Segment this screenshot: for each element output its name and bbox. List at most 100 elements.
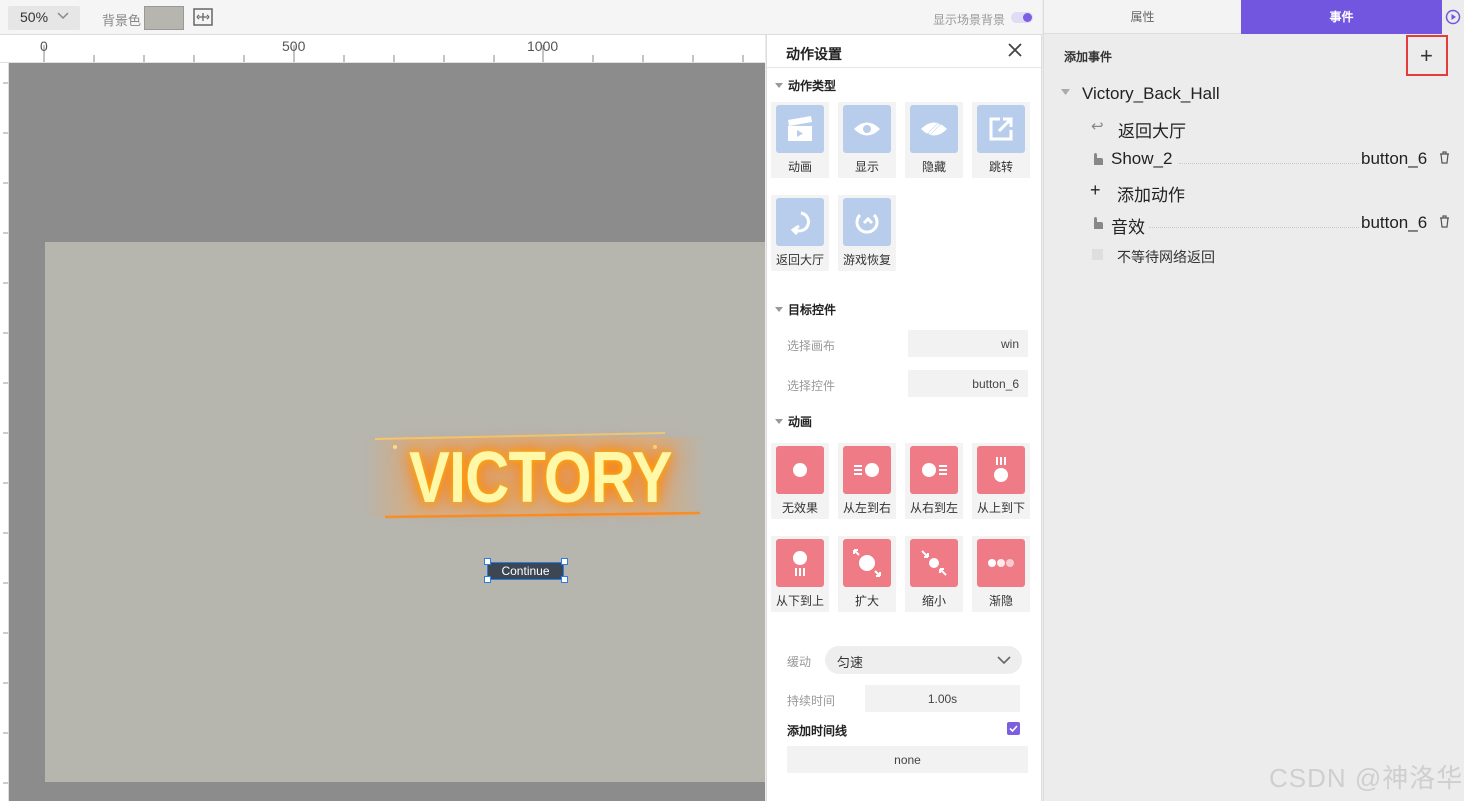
fade-icon <box>988 559 1014 567</box>
tile-label: 从左到右 <box>842 501 891 515</box>
ruler-ticks <box>43 45 744 62</box>
anim-right-to-left[interactable]: 从右到左 <box>905 443 963 519</box>
tile-label: 动画 <box>787 160 812 174</box>
duration-input[interactable]: 1.00s <box>865 685 1020 712</box>
plus-icon: + <box>1090 180 1101 200</box>
close-icon[interactable] <box>1007 42 1023 58</box>
canvas-select-label: 选择画布 <box>787 339 836 353</box>
slide-up-icon <box>793 551 807 576</box>
action-item-back-hall[interactable]: 返回大厅 <box>1118 117 1186 142</box>
action-type-show[interactable]: 显示 <box>838 102 896 178</box>
anim-left-to-right[interactable]: 从左到右 <box>838 443 896 519</box>
tile-label: 从下到上 <box>775 594 824 608</box>
hand-pointer-icon <box>1094 217 1103 229</box>
action-item-show[interactable]: Show_2 <box>1111 149 1172 169</box>
restore-icon <box>855 213 879 234</box>
easing-value: 匀速 <box>837 655 864 670</box>
tile-label: 从上到下 <box>976 501 1025 515</box>
canvas-select[interactable]: win <box>908 330 1028 357</box>
duration-label: 持续时间 <box>787 694 836 708</box>
hand-pointer-icon <box>1094 153 1103 165</box>
tile-label: 游戏恢复 <box>842 253 891 267</box>
top-toolbar: 50% 背景色 显示场景背景 <box>0 0 1042 35</box>
tile-label: 隐藏 <box>921 160 946 174</box>
zoom-value: 50% <box>20 9 49 25</box>
action-type-animation[interactable]: 动画 <box>771 102 829 178</box>
control-select[interactable]: button_6 <box>908 370 1028 397</box>
selection-handle[interactable] <box>484 576 491 583</box>
scene-bg-toggle[interactable] <box>1011 12 1033 23</box>
easing-select[interactable]: 匀速 <box>825 646 1022 674</box>
ruler-label: 500 <box>282 38 306 54</box>
ruler-label: 0 <box>40 38 48 54</box>
slide-right-icon <box>854 463 879 477</box>
victory-text: VICTORY <box>409 438 673 518</box>
no-wait-label: 不等待网络返回 <box>1117 249 1215 265</box>
section-label: 动作类型 <box>788 79 837 93</box>
shrink-icon <box>921 550 947 576</box>
victory-banner[interactable]: VICTORY <box>365 427 705 527</box>
fit-screen-icon[interactable] <box>193 8 213 26</box>
ruler-label: 1000 <box>527 38 559 54</box>
section-label: 动画 <box>788 415 813 429</box>
timeline-checkbox[interactable] <box>1007 722 1020 735</box>
tile-label: 扩大 <box>854 594 879 608</box>
add-action-button[interactable]: 添加动作 <box>1117 181 1185 206</box>
zoom-select[interactable]: 50% <box>8 6 80 30</box>
anim-expand[interactable]: 扩大 <box>838 536 896 612</box>
action-type-hide[interactable]: 隐藏 <box>905 102 963 178</box>
clapperboard-icon <box>788 116 812 141</box>
bg-color-swatch[interactable] <box>144 6 184 30</box>
watermark: CSDN @神洛华 <box>1269 763 1464 793</box>
event-name[interactable]: Victory_Back_Hall <box>1082 84 1220 104</box>
trash-icon[interactable] <box>1439 151 1450 164</box>
target-section[interactable]: 目标控件 <box>775 301 836 318</box>
return-icon <box>790 211 810 236</box>
chevron-down-icon <box>997 656 1011 665</box>
eye-icon <box>854 122 880 136</box>
tab-properties[interactable]: 属性 <box>1044 0 1241 34</box>
collapse-triangle-icon[interactable] <box>1061 89 1070 95</box>
easing-label: 缓动 <box>787 655 812 669</box>
tile-label: 无效果 <box>781 501 818 515</box>
check-icon <box>1009 725 1018 733</box>
play-icon[interactable] <box>1445 9 1461 25</box>
trash-icon[interactable] <box>1439 215 1450 228</box>
anim-fade[interactable]: 渐隐 <box>972 536 1030 612</box>
right-panel: 属性 事件 添加事件 + Victory_Back_Hall ↩ 返回大厅 Sh… <box>1043 0 1464 801</box>
action-type-section[interactable]: 动作类型 <box>775 77 836 94</box>
anim-shrink[interactable]: 缩小 <box>905 536 963 612</box>
chevron-down-icon <box>57 12 69 20</box>
external-link-icon <box>989 117 1013 141</box>
plus-icon: + <box>1420 43 1433 68</box>
action-item-sound[interactable]: 音效 <box>1111 213 1145 238</box>
selection-handle[interactable] <box>484 558 491 565</box>
stage[interactable]: VICTORY Continue <box>45 242 765 782</box>
action-target: button_6 <box>1361 149 1428 168</box>
leader-dots <box>1149 227 1359 228</box>
eye-off-icon <box>921 118 947 140</box>
vertical-ruler <box>0 63 9 801</box>
add-event-button[interactable]: + <box>1406 35 1448 76</box>
tile-label: 返回大厅 <box>775 253 824 267</box>
animation-section[interactable]: 动画 <box>775 413 812 430</box>
action-type-jump[interactable]: 跳转 <box>972 102 1030 178</box>
no-wait-checkbox[interactable] <box>1092 249 1103 260</box>
anim-top-to-bottom[interactable]: 从上到下 <box>972 443 1030 519</box>
selection-handle[interactable] <box>561 558 568 565</box>
panel-title: 动作设置 <box>786 46 842 62</box>
bg-color-label: 背景色 <box>102 13 142 28</box>
anim-bottom-to-top[interactable]: 从下到上 <box>771 536 829 612</box>
action-type-restore[interactable]: 游戏恢复 <box>838 195 896 271</box>
panel-header: 动作设置 <box>767 35 1041 68</box>
continue-button[interactable]: Continue <box>487 562 564 580</box>
control-select-label: 选择控件 <box>787 379 836 393</box>
action-type-back-hall[interactable]: 返回大厅 <box>771 195 829 271</box>
selection-handle[interactable] <box>561 576 568 583</box>
add-event-label: 添加事件 <box>1064 50 1113 64</box>
editor-canvas[interactable]: VICTORY Continue <box>9 63 765 801</box>
timeline-select[interactable]: none <box>787 746 1028 773</box>
tile-label: 渐隐 <box>988 594 1013 608</box>
anim-none[interactable]: 无效果 <box>771 443 829 519</box>
tab-events[interactable]: 事件 <box>1241 0 1442 34</box>
